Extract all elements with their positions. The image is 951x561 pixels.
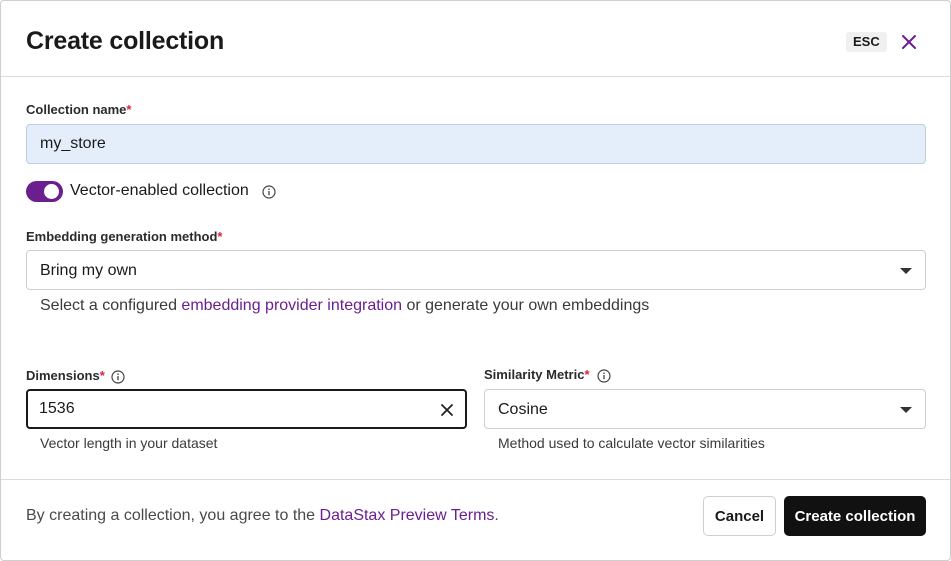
embedding-method-helper: Select a configured embedding provider i…: [40, 297, 650, 314]
dialog-title: Create collection: [26, 27, 225, 55]
vector-enabled-toggle[interactable]: [26, 181, 63, 202]
embedding-method-value: Bring my own: [40, 262, 137, 279]
dialog-header: Create collection ESC: [1, 1, 950, 77]
similarity-metric-value: Cosine: [498, 401, 548, 418]
cancel-button[interactable]: Cancel: [703, 496, 776, 536]
collection-name-label: Collection name*: [26, 102, 132, 117]
toggle-knob: [44, 184, 59, 199]
collection-name-input[interactable]: [26, 124, 926, 164]
create-collection-dialog: Create collection ESC Collection name* V…: [0, 0, 951, 561]
info-icon[interactable]: [597, 369, 611, 383]
info-icon[interactable]: [111, 370, 125, 384]
required-mark: *: [126, 102, 132, 117]
dimensions-helper: Vector length in your dataset: [40, 435, 218, 451]
similarity-metric-select[interactable]: Cosine: [484, 389, 926, 429]
embedding-method-select[interactable]: Bring my own: [26, 250, 926, 290]
esc-shortcut-badge: ESC: [846, 32, 887, 52]
dimensions-label: Dimensions*: [26, 368, 105, 383]
required-mark: *: [99, 368, 105, 383]
create-collection-button[interactable]: Create collection: [784, 496, 926, 536]
required-mark: *: [217, 229, 223, 244]
similarity-metric-helper: Method used to calculate vector similari…: [498, 435, 765, 451]
chevron-down-icon: [900, 407, 912, 413]
close-icon[interactable]: [899, 32, 919, 52]
embedding-provider-link[interactable]: embedding provider integration: [181, 297, 402, 314]
embedding-method-label: Embedding generation method*: [26, 229, 223, 244]
required-mark: *: [584, 367, 590, 382]
terms-notice: By creating a collection, you agree to t…: [26, 507, 499, 524]
clear-icon[interactable]: [440, 403, 454, 417]
preview-terms-link[interactable]: DataStax Preview Terms: [320, 507, 495, 524]
dimensions-input[interactable]: [26, 389, 467, 429]
vector-enabled-label: Vector-enabled collection: [70, 182, 249, 199]
chevron-down-icon: [900, 268, 912, 274]
similarity-metric-label: Similarity Metric*: [484, 367, 590, 382]
info-icon[interactable]: [262, 185, 276, 199]
